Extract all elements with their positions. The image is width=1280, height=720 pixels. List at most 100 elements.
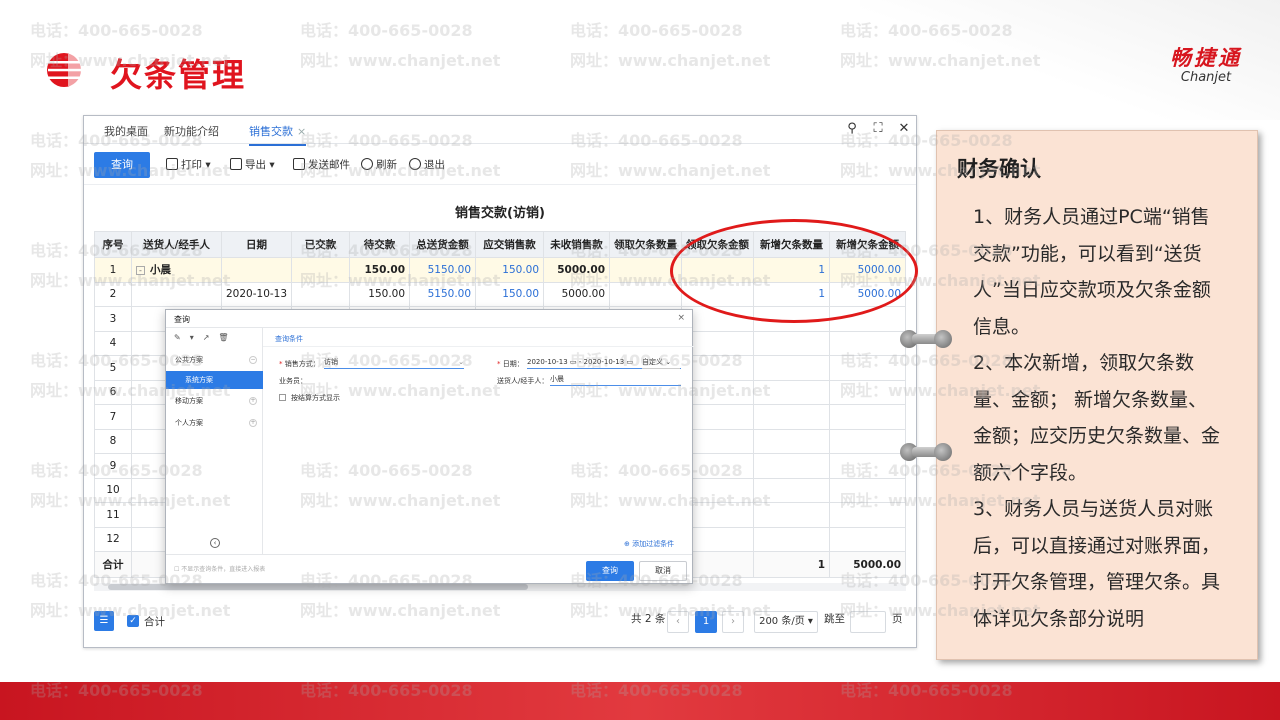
collapse-icon[interactable]: -: [136, 266, 145, 276]
mail-icon: [293, 158, 305, 170]
columns-icon[interactable]: ☰: [94, 611, 114, 631]
person-name: 小晨: [150, 264, 171, 277]
column-header[interactable]: 总送货金额: [409, 231, 477, 258]
tab-query-conditions[interactable]: 查询条件: [275, 334, 303, 344]
dialog-query-button[interactable]: 查询: [586, 561, 634, 581]
tab-close-icon[interactable]: ×: [297, 125, 306, 138]
watermark-site: 网址：www.chanjet.net: [570, 51, 771, 70]
cell-no: 12: [94, 526, 132, 552]
scheme-personal[interactable]: 个人方案 +: [166, 414, 263, 432]
add-filter-label: 添加过滤条件: [632, 540, 675, 548]
column-header[interactable]: 待交款: [349, 231, 411, 258]
dialog-footer: ☐ 不显示查询条件，直接进入报表 查询 取消: [166, 554, 692, 585]
skip-conditions-checkbox[interactable]: ☐ 不显示查询条件，直接进入报表: [174, 564, 265, 573]
scheme-public[interactable]: 公共方案 −: [166, 351, 263, 369]
date-label: 日期：: [502, 360, 524, 368]
export-button[interactable]: 导出 ▾: [230, 157, 275, 172]
deliverer-label: 送货人/经手人：: [497, 377, 549, 385]
scheme-public-label: 公共方案: [175, 356, 203, 364]
print-button[interactable]: 打印 ▾: [166, 157, 211, 172]
add-filter-link[interactable]: ⊕ 添加过滤条件: [624, 539, 674, 549]
chevron-down-icon: ⌄: [458, 358, 464, 366]
column-header[interactable]: 领取欠条数量: [609, 231, 683, 258]
cell-unpaid: 5000.00: [543, 281, 611, 307]
column-header[interactable]: 应交销售款: [475, 231, 545, 258]
dialog-header: 查询 ×: [166, 310, 692, 328]
skip-conditions-label: 不显示查询条件，直接进入报表: [181, 566, 266, 573]
tab-my-desktop[interactable]: 我的桌面: [104, 123, 148, 139]
cell-no: 8: [94, 428, 132, 454]
dialog-cancel-button[interactable]: 取消: [639, 561, 687, 581]
total-new-amt: 5000.00: [829, 551, 907, 578]
tab-bar: 我的桌面 新功能介绍 销售交款 × ⚲ ⛶ ✕: [84, 116, 916, 146]
search-icon[interactable]: ⚲: [843, 120, 861, 138]
by-settle-checkbox[interactable]: [279, 394, 286, 401]
goto-page-input[interactable]: [850, 611, 886, 633]
deliverer-input[interactable]: 小晨: [550, 374, 681, 386]
cell-person: - 小晨: [131, 257, 222, 283]
note-paragraph: 2、本次新增，领取欠条数量、金额； 新增欠条数量、金额；应交历史欠条数量、金额六…: [973, 352, 1221, 484]
page-unit-label: 页: [892, 613, 903, 625]
cell-no: 11: [94, 502, 132, 528]
refresh-button[interactable]: 刷新: [361, 157, 397, 172]
sale-method-select[interactable]: 访销 ⌄: [324, 357, 464, 369]
column-header[interactable]: 序号: [94, 231, 132, 258]
collapse-toggle-icon[interactable]: +: [249, 397, 257, 405]
cell-recv-qty: [609, 281, 683, 307]
column-header[interactable]: 日期: [220, 231, 293, 258]
scheme-system[interactable]: 系统方案: [166, 371, 263, 389]
column-header[interactable]: 未收销售款: [543, 231, 611, 258]
toolbar: 查询 打印 ▾ 导出 ▾ 发送邮件 刷新 退出: [84, 145, 916, 185]
sidebar-collapse-icon[interactable]: ‹: [210, 538, 220, 548]
send-mail-button[interactable]: 发送邮件: [293, 157, 350, 172]
page-size-value: 200 条/页: [759, 616, 805, 627]
scheme-toolbar-icons[interactable]: ✎▾↗🗑: [174, 333, 238, 342]
date-custom-select[interactable]: 自定义 ⌄: [642, 357, 680, 369]
cell-total[interactable]: 5150.00: [409, 257, 477, 283]
binder-clip-icon: [900, 330, 952, 348]
sum-checkbox[interactable]: ✓: [127, 615, 139, 627]
refresh-icon: [361, 158, 373, 170]
cell-paid: [291, 281, 351, 307]
cell-total[interactable]: 5150.00: [409, 281, 477, 307]
cell-due[interactable]: 150.00: [475, 281, 545, 307]
dialog-title: 查询: [174, 315, 190, 324]
scheme-mobile[interactable]: 移动方案 +: [166, 392, 263, 410]
column-header[interactable]: 已交款: [291, 231, 351, 258]
fullscreen-icon[interactable]: ⛶: [869, 120, 887, 138]
cell-paid: [291, 257, 351, 283]
prev-page-button[interactable]: ‹: [667, 611, 689, 633]
dialog-close-icon[interactable]: ×: [677, 313, 685, 323]
cell-date: 2020-10-13: [220, 281, 293, 307]
sale-method-value: 访销: [324, 358, 338, 366]
record-count: 共 2 条: [631, 613, 666, 625]
tab-sales-payment[interactable]: 销售交款 ×: [249, 123, 307, 146]
cell-no: 6: [94, 379, 132, 405]
date-custom-value: 自定义: [642, 358, 663, 366]
salesman-label: 业务员：: [279, 377, 307, 385]
sale-method-label: 销售方式：: [284, 360, 320, 368]
refresh-label: 刷新: [376, 159, 397, 171]
query-button[interactable]: 查询: [94, 152, 150, 178]
next-page-button[interactable]: ›: [722, 611, 744, 633]
cell-no: 7: [94, 404, 132, 430]
tab-new-features[interactable]: 新功能介绍: [164, 123, 219, 139]
watermark-phone: 电话：400-665-0028: [570, 21, 743, 40]
exit-button[interactable]: 退出: [409, 157, 445, 172]
table-footer: ☰ ✓ 合计 共 2 条 ‹ 1 › 200 条/页 ▾ 跳至 页: [84, 606, 916, 640]
date-field: * 日期：: [497, 360, 524, 368]
logo-mark-icon: [47, 53, 84, 87]
page-size-select[interactable]: 200 条/页 ▾: [754, 611, 818, 633]
close-window-icon[interactable]: ✕: [895, 120, 913, 138]
cell-no: 5: [94, 355, 132, 381]
cell-no: 1: [94, 257, 132, 283]
printer-icon: [166, 158, 178, 170]
page-1-button[interactable]: 1: [695, 611, 717, 633]
collapse-toggle-icon[interactable]: −: [249, 356, 257, 364]
send-mail-label: 发送邮件: [308, 159, 350, 171]
cell-due[interactable]: 150.00: [475, 257, 545, 283]
column-header[interactable]: 送货人/经手人: [131, 231, 222, 258]
scheme-mobile-label: 移动方案: [175, 397, 203, 405]
collapse-toggle-icon[interactable]: +: [249, 419, 257, 427]
watermark-site: 网址：www.chanjet.net: [300, 51, 501, 70]
